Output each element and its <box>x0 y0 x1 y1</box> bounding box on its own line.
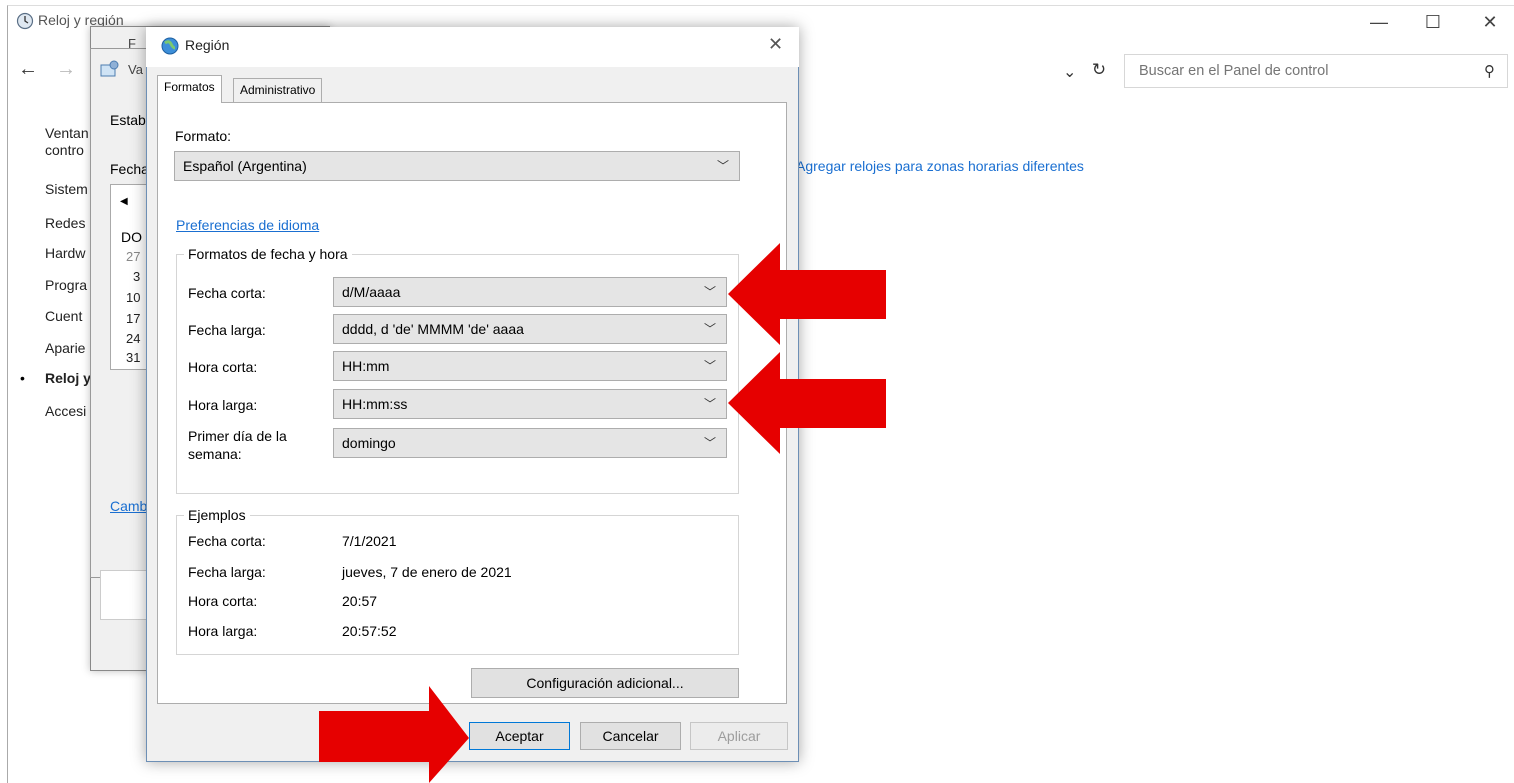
field-label: Fecha larga: <box>188 322 266 338</box>
chevron-down-icon: ﹀ <box>703 397 716 411</box>
values-dialog-title: Va <box>128 62 143 77</box>
nav-item-redes[interactable]: Redes <box>45 215 85 231</box>
example-value: 20:57 <box>342 593 378 609</box>
calendar-day[interactable]: 3 <box>133 269 140 284</box>
add-clocks-link[interactable]: Agregar relojes para zonas horarias dife… <box>796 158 1084 174</box>
settings-icon <box>100 60 119 77</box>
apply-button[interactable]: Aplicar <box>690 722 788 750</box>
refresh-icon[interactable]: ↻ <box>1086 60 1112 86</box>
example-value: 20:57:52 <box>342 623 397 639</box>
long-time-value: HH:mm:ss <box>342 396 408 412</box>
additional-settings-button[interactable]: Configuración adicional... <box>471 668 739 698</box>
minimize-button[interactable]: — <box>1356 8 1402 36</box>
values-text: Estab <box>110 112 146 128</box>
nav-item-cuentas[interactable]: Cuent <box>45 308 82 324</box>
close-button[interactable]: ✕ <box>1467 8 1513 36</box>
search-box[interactable]: ⚲ <box>1124 54 1508 88</box>
change-link[interactable]: Camb <box>110 498 147 514</box>
calendar-day[interactable]: 31 <box>126 350 140 365</box>
chevron-down-icon: ﹀ <box>703 436 716 450</box>
long-time-select[interactable]: HH:mm:ss ﹀ <box>333 389 727 419</box>
prev-month-icon[interactable]: ◀ <box>120 196 128 207</box>
maximize-button[interactable]: ☐ <box>1410 8 1456 36</box>
tab-formatos[interactable]: Formatos <box>157 75 222 103</box>
format-label: Formato: <box>175 128 232 144</box>
back-arrow-icon[interactable]: ← <box>18 58 38 81</box>
nav-item-sistema[interactable]: Sistem <box>45 181 88 197</box>
tab-administrativo[interactable]: Administrativo <box>233 78 323 102</box>
group-label: Formatos de fecha y hora <box>184 246 352 262</box>
calendar-day[interactable]: 17 <box>126 311 140 326</box>
example-value: 7/1/2021 <box>342 533 397 549</box>
nav-item-accesibilidad[interactable]: Accesi <box>45 403 86 419</box>
calendar-day[interactable]: 24 <box>126 331 140 346</box>
example-value: jueves, 7 de enero de 2021 <box>342 564 512 580</box>
clock-region-icon <box>16 12 34 30</box>
format-select-value: Español (Argentina) <box>183 158 307 174</box>
search-icon[interactable]: ⚲ <box>1484 62 1495 80</box>
group-label: Ejemplos <box>184 507 250 523</box>
field-label: Hora larga: <box>188 397 258 413</box>
forward-arrow-icon[interactable]: → <box>56 58 76 81</box>
nav-item-ventanas[interactable]: Ventan <box>45 125 89 141</box>
ok-button[interactable]: Aceptar <box>469 722 570 750</box>
example-label: Hora corta: <box>188 593 258 609</box>
example-label: Fecha corta: <box>188 533 266 549</box>
red-arrow-icon <box>319 686 469 783</box>
short-time-value: HH:mm <box>342 358 390 374</box>
first-day-select[interactable]: domingo ﹀ <box>333 428 727 458</box>
region-titlebar <box>146 27 799 67</box>
chevron-down-icon: ﹀ <box>703 285 716 299</box>
nav-item-control[interactable]: contro <box>45 142 84 158</box>
calendar-day[interactable]: 27 <box>126 249 140 264</box>
nav-item-hardware[interactable]: Hardw <box>45 245 85 261</box>
values-text: Fecha <box>110 161 149 177</box>
format-select[interactable]: Español (Argentina) ﹀ <box>174 151 740 181</box>
cancel-button[interactable]: Cancelar <box>580 722 681 750</box>
bullet-icon: • <box>20 370 25 386</box>
short-date-value: d/M/aaaa <box>342 284 401 300</box>
nav-item-apariencia[interactable]: Aparie <box>45 340 85 356</box>
search-input[interactable] <box>1137 55 1467 87</box>
nav-item-programas[interactable]: Progra <box>45 277 87 293</box>
field-label: Primer día de la semana: <box>188 428 287 462</box>
long-date-select[interactable]: dddd, d 'de' MMMM 'de' aaaa ﹀ <box>333 314 727 344</box>
field-label: Fecha corta: <box>188 285 266 301</box>
example-label: Fecha larga: <box>188 564 266 580</box>
short-date-select[interactable]: d/M/aaaa ﹀ <box>333 277 727 307</box>
nav-item-reloj[interactable]: Reloj y <box>45 370 91 386</box>
language-preferences-link[interactable]: Preferencias de idioma <box>176 217 319 233</box>
red-arrow-icon <box>728 243 886 345</box>
calendar-day[interactable]: 10 <box>126 290 140 305</box>
chevron-down-icon: ﹀ <box>716 159 729 173</box>
short-time-select[interactable]: HH:mm ﹀ <box>333 351 727 381</box>
close-icon[interactable]: ✕ <box>768 34 783 55</box>
field-label: Hora corta: <box>188 359 258 375</box>
globe-icon <box>161 37 179 55</box>
chevron-down-icon: ﹀ <box>703 322 716 336</box>
calendar-header: DO <box>121 229 142 245</box>
chevron-down-icon: ﹀ <box>703 359 716 373</box>
chevron-down-icon[interactable]: ⌄ <box>1063 62 1076 82</box>
region-dialog-title: Región <box>185 37 230 53</box>
example-label: Hora larga: <box>188 623 258 639</box>
long-date-value: dddd, d 'de' MMMM 'de' aaaa <box>342 321 524 337</box>
red-arrow-icon <box>728 352 886 454</box>
first-day-value: domingo <box>342 435 396 451</box>
